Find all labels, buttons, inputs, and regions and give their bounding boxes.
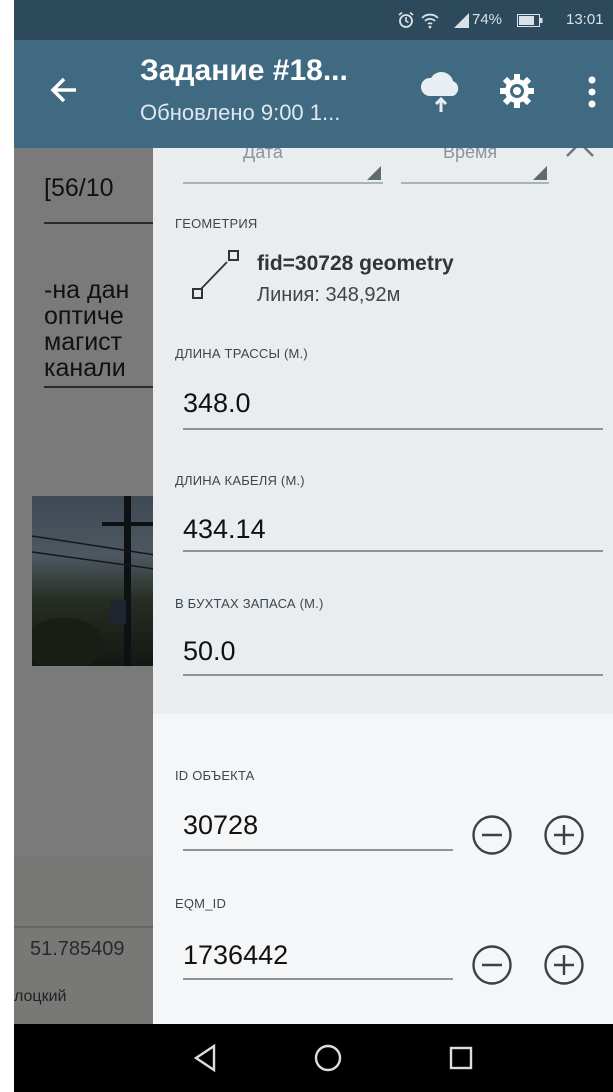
date-label: Дата xyxy=(243,148,283,162)
status-time: 13:01 xyxy=(566,11,604,28)
field-label-eqm-id: EQM_ID xyxy=(175,896,227,911)
field-label-route-length: ДЛИНА ТРАССЫ (М.) xyxy=(175,346,308,361)
phone-screen: 74% 13:01 Задание #18... Обновлено 9:00 … xyxy=(14,0,613,1092)
home-circle-icon[interactable] xyxy=(310,1040,346,1076)
wifi-icon xyxy=(420,11,440,33)
date-field[interactable] xyxy=(183,182,383,184)
object-id-input[interactable]: 30728 xyxy=(183,810,258,841)
close-icon[interactable] xyxy=(563,148,597,173)
input-underline xyxy=(183,550,603,552)
input-underline xyxy=(183,849,453,851)
input-underline xyxy=(183,674,603,676)
time-label: Время xyxy=(443,148,498,162)
decrement-icon[interactable] xyxy=(471,814,513,856)
gear-icon[interactable] xyxy=(498,72,536,110)
app-bar: Задание #18... Обновлено 9:00 1... xyxy=(14,40,613,148)
cloud-upload-icon[interactable] xyxy=(417,66,465,116)
increment-icon[interactable] xyxy=(543,944,585,986)
geometry-name: fid=30728 geometry xyxy=(257,252,454,275)
field-label-reserve-coils: В БУХТАХ ЗАПАСА (М.) xyxy=(175,596,324,611)
time-field[interactable] xyxy=(401,182,549,184)
battery-icon xyxy=(517,14,543,31)
input-underline xyxy=(183,428,603,430)
attributes-sheet: Дата Время ГЕОМЕТРИЯ fid=30728 geometry … xyxy=(153,148,613,1024)
back-arrow-icon[interactable] xyxy=(46,70,82,110)
route-length-input[interactable]: 348.0 xyxy=(183,388,251,419)
recents-square-icon[interactable] xyxy=(446,1040,476,1076)
page-title: Задание #18... xyxy=(140,54,348,87)
signal-icon xyxy=(452,11,470,33)
reserve-coils-input[interactable]: 50.0 xyxy=(183,636,236,667)
battery-level: 74% xyxy=(472,11,503,28)
increment-icon[interactable] xyxy=(543,814,585,856)
decrement-icon[interactable] xyxy=(471,944,513,986)
status-bar: 74% 13:01 xyxy=(14,0,613,40)
cable-length-input[interactable]: 434.14 xyxy=(183,514,266,545)
dropdown-arrow-icon[interactable] xyxy=(367,166,381,180)
alarm-icon xyxy=(397,11,415,33)
eqm-id-input[interactable]: 1736442 xyxy=(183,940,288,971)
page-subtitle: Обновлено 9:00 1... xyxy=(140,100,341,125)
field-label-object-id: ID ОБЪЕКТА xyxy=(175,768,255,783)
line-geometry-icon xyxy=(189,246,239,304)
geometry-header: ГЕОМЕТРИЯ xyxy=(175,216,258,231)
geometry-length: Линия: 348,92м xyxy=(257,284,401,306)
input-underline xyxy=(183,978,453,980)
dropdown-arrow-icon[interactable] xyxy=(533,166,547,180)
more-vert-icon[interactable] xyxy=(584,72,600,112)
field-label-cable-length: ДЛИНА КАБЕЛЯ (М.) xyxy=(175,473,305,488)
back-triangle-icon[interactable] xyxy=(190,1040,220,1076)
system-nav-bar xyxy=(14,1024,613,1092)
